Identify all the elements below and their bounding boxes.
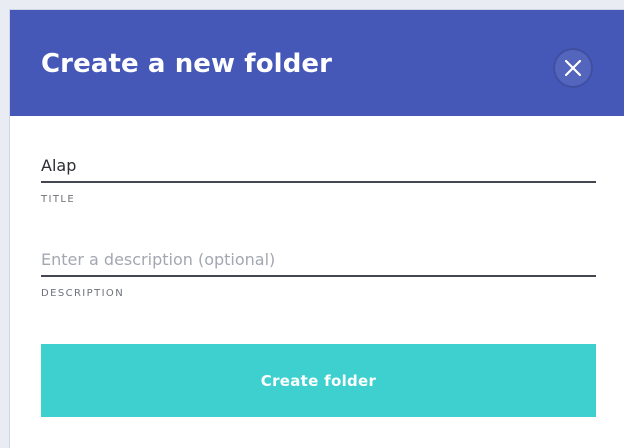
close-button[interactable] bbox=[553, 48, 593, 88]
create-folder-button[interactable]: Create folder bbox=[41, 344, 596, 417]
title-label: TITLE bbox=[41, 194, 76, 205]
description-input[interactable] bbox=[41, 243, 596, 277]
close-icon bbox=[564, 59, 582, 77]
description-field-group: DESCRIPTION bbox=[41, 243, 596, 299]
dialog-title: Create a new folder bbox=[41, 49, 333, 79]
create-folder-dialog: Create a new folder TITLE DESCRIPTION Cr… bbox=[10, 10, 624, 448]
description-label: DESCRIPTION bbox=[41, 288, 125, 299]
dialog-header: Create a new folder bbox=[10, 10, 624, 116]
title-field-group: TITLE bbox=[41, 149, 596, 205]
title-input[interactable] bbox=[41, 149, 596, 183]
